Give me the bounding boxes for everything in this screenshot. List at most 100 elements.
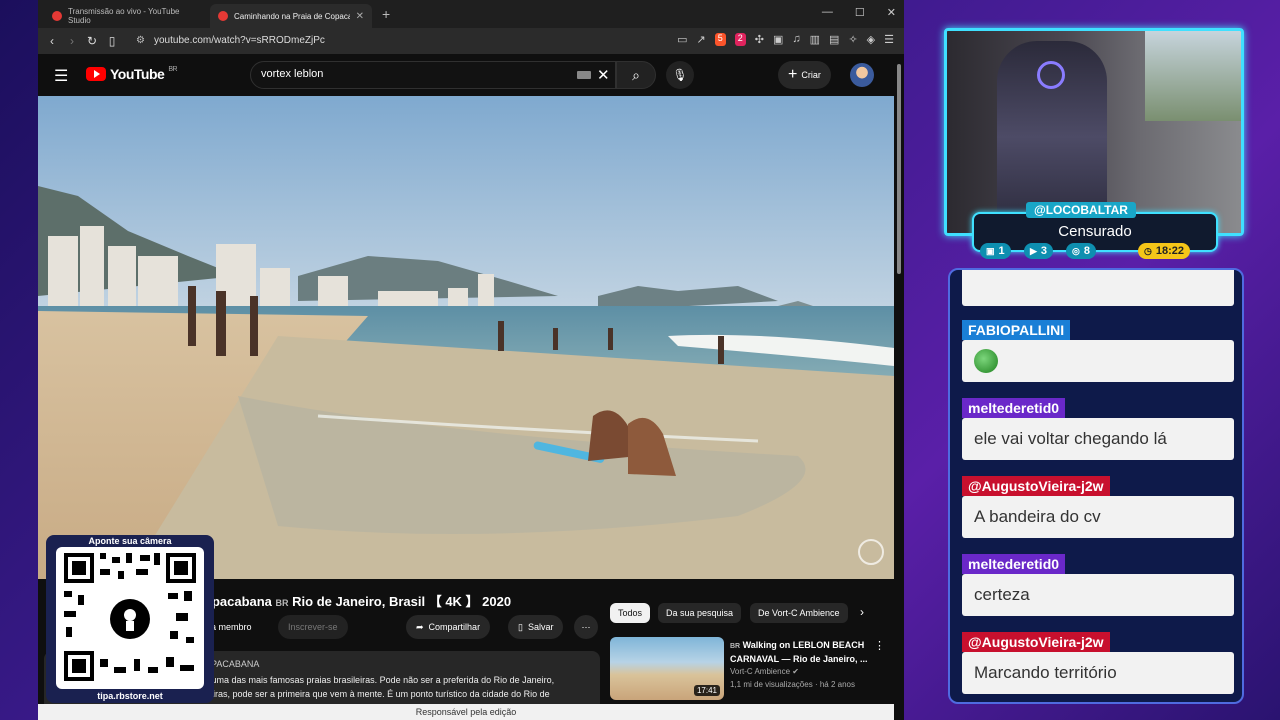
kick-count: 8	[1083, 245, 1090, 257]
share-button[interactable]: ➦ Compartilhar	[406, 615, 491, 639]
new-tab-icon[interactable]: +	[382, 6, 390, 22]
search-box: ✕	[250, 61, 616, 89]
logo-text: YouTube	[110, 66, 165, 82]
extensions-icon[interactable]: ✣	[755, 33, 764, 46]
create-label: Criar	[801, 70, 821, 80]
url-text: youtube.com/watch?v=sRRODmeZjPc	[154, 35, 325, 46]
vpn-shield-icon[interactable]: ◈	[867, 33, 875, 46]
maximize-icon[interactable]: ☐	[855, 6, 865, 19]
youtube-viewers: ▶ 3	[1024, 243, 1054, 259]
cast-icon[interactable]: ▭	[677, 33, 687, 46]
scrollbar[interactable]	[894, 54, 904, 720]
subscribe-button[interactable]: Inscrever-se	[278, 615, 348, 639]
reload-icon[interactable]: ↻	[82, 34, 102, 48]
clock-icon: ◷	[1144, 246, 1152, 256]
recommendation-channel[interactable]: Vort-C Ambience ✔	[730, 667, 799, 676]
qr-caption-bottom: tipa.rbstore.net	[97, 691, 163, 701]
address-bar: ‹ › ↻ ▯ ⚙ youtube.com/watch?v=sRRODmeZjP…	[38, 28, 904, 54]
verified-icon: ✔	[792, 667, 799, 676]
tab-label: Caminhando na Praia de Copacaba	[234, 11, 350, 21]
chat-message-text: certeza	[962, 574, 1234, 616]
tab-youtube-studio[interactable]: Transmissão ao vivo - YouTube Studio	[44, 4, 208, 28]
minimize-icon[interactable]: —	[822, 6, 833, 19]
chair-logo-icon	[1037, 61, 1065, 89]
url-field[interactable]: ⚙ youtube.com/watch?v=sRRODmeZjPc	[132, 32, 632, 50]
window-controls: — ☐ ✕	[822, 6, 896, 19]
music-icon[interactable]: ♫	[792, 33, 800, 46]
description-line: ileiras, pode ser a primeira que vem à m…	[204, 689, 550, 699]
youtube-header: ☰ YouTube BR ✕ ⌕ 🎙 + Criar	[38, 54, 894, 96]
streamer-subtitle: Censurado	[1058, 223, 1132, 240]
tab-bar: Transmissão ao vivo - YouTube Studio Cam…	[38, 0, 904, 28]
clear-search-icon[interactable]: ✕	[597, 66, 610, 84]
youtube-count: 3	[1040, 245, 1048, 257]
chat-message-fragment	[962, 270, 1234, 306]
recommendation-menu-icon[interactable]: ⋮	[874, 639, 885, 652]
chat-username: meltederetid0	[962, 554, 1066, 574]
keyboard-icon[interactable]	[577, 71, 591, 79]
save-label: Salvar	[527, 622, 554, 632]
webcam-window	[1145, 31, 1241, 121]
chip-all[interactable]: Todos	[610, 603, 651, 623]
stream-clock: ◷ 18:22	[1138, 243, 1190, 259]
site-info-icon[interactable]: ⚙	[136, 32, 145, 50]
extension-icons: ▭ ↗ 5 2 ✣ ▣ ♫ ▥ ▤ ✧ ◈ ☰	[677, 33, 894, 46]
video-duration: 17:41	[693, 685, 720, 696]
screenshot-icon[interactable]: ▣	[773, 33, 783, 46]
brave-shields-icon[interactable]: 5	[714, 33, 726, 46]
leo-ai-icon[interactable]: ✧	[848, 33, 857, 46]
plus-icon: +	[788, 66, 798, 83]
more-actions-button[interactable]: ⋯	[574, 615, 598, 639]
video-player[interactable]	[38, 96, 894, 579]
wallet-icon[interactable]: ▤	[829, 33, 839, 46]
forward-icon[interactable]: ›	[62, 34, 82, 48]
description-line: a uma das mais famosas praias brasileira…	[204, 675, 555, 685]
qr-caption-top: Aponte sua câmera	[88, 536, 172, 546]
share-icon[interactable]: ↗	[697, 33, 706, 46]
search-button[interactable]: ⌕	[616, 61, 656, 89]
streamer-name: @LOCOBALTAR	[1026, 202, 1136, 218]
youtube-play-icon	[86, 67, 106, 81]
kick-viewers: ◎ 8	[1066, 243, 1096, 259]
video-title: opacabana BR Rio de Janeiro, Brasil 【 4K…	[204, 591, 511, 610]
close-tab-icon[interactable]: ✕	[356, 11, 364, 22]
search-input[interactable]	[261, 68, 561, 80]
clock-time: 18:22	[1155, 245, 1184, 257]
microphone-icon: 🎙	[672, 68, 688, 82]
bookmark-icon[interactable]: ▯	[102, 34, 122, 48]
youtube-favicon-icon	[218, 11, 228, 21]
search-icon: ⌕	[632, 67, 640, 83]
logo-region: BR	[168, 66, 178, 73]
chat-panel: FABIOPALLINI meltederetid0 ele vai voltar …	[948, 268, 1244, 704]
auto-loop-icon[interactable]	[858, 539, 884, 565]
share-arrow-icon: ➦	[416, 622, 424, 632]
youtube-logo[interactable]: YouTube BR	[86, 66, 178, 82]
chat-message-text: A bandeira do cv	[962, 496, 1234, 538]
scrollbar-thumb[interactable]	[897, 64, 901, 274]
tab-copacabana-video[interactable]: Caminhando na Praia de Copacaba ✕	[210, 4, 372, 28]
youtube-studio-favicon-icon	[52, 11, 62, 21]
avatar[interactable]	[850, 63, 874, 87]
menu-icon[interactable]: ☰	[884, 33, 894, 46]
back-icon[interactable]: ‹	[42, 34, 62, 48]
save-button[interactable]: ▯ Salvar	[508, 615, 564, 639]
create-button[interactable]: + Criar	[778, 61, 831, 89]
guide-menu-icon[interactable]: ☰	[54, 66, 68, 86]
chip-from-channel[interactable]: De Vort-C Ambience	[750, 603, 848, 623]
recommendation-title[interactable]: BR Walking on LEBLON BEACH CARNAVAL — Ri…	[730, 639, 870, 666]
chevron-right-icon[interactable]: ›	[860, 605, 864, 619]
chat-username: meltederetid0	[962, 398, 1066, 418]
chat-username: @AugustoVieira-j2w	[962, 476, 1110, 496]
chip-from-search[interactable]: Da sua pesquisa	[658, 603, 742, 623]
upload-age: há 2 anos	[819, 680, 855, 689]
voice-search-button[interactable]: 🎙	[666, 61, 694, 89]
recommendation-title-text: Walking on LEBLON BEACH CARNAVAL — Rio d…	[730, 640, 868, 664]
chat-username: FABIOPALLINI	[962, 320, 1071, 340]
chat-message-text: ele vai voltar chegando lá	[962, 418, 1234, 460]
title-rest: Rio de Janeiro, Brasil 【 4K 】 2020	[292, 594, 512, 609]
sidebar-icon[interactable]: ▥	[810, 33, 820, 46]
close-window-icon[interactable]: ✕	[887, 6, 896, 19]
channel-name: Vort-C Ambience	[730, 667, 791, 676]
recommendation-thumbnail[interactable]: 17:41	[610, 637, 724, 700]
brave-rewards-icon[interactable]: 2	[734, 33, 746, 46]
